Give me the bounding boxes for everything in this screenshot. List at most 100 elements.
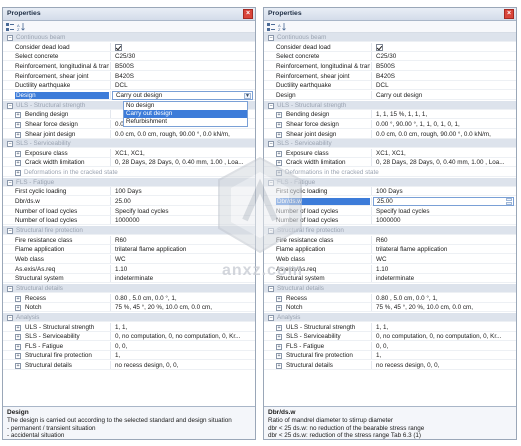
collapse-toggle-icon[interactable]: − xyxy=(268,179,274,186)
category-row[interactable]: − FLS - Fatigue xyxy=(3,177,255,187)
property-row[interactable]: Fire resistance class R60 xyxy=(264,235,516,245)
category-row[interactable]: − ULS - Structural strength xyxy=(264,100,516,110)
sort-alphabetical-icon[interactable]: AZ xyxy=(17,23,25,31)
category-row[interactable]: − SLS - Serviceability xyxy=(3,139,255,149)
property-row[interactable]: Dbr/ds.w 25.00 xyxy=(264,197,516,207)
expand-toggle-icon[interactable]: + xyxy=(276,324,282,331)
expand-toggle-icon[interactable]: + xyxy=(276,295,282,302)
collapse-toggle-icon[interactable]: − xyxy=(7,228,13,234)
property-row[interactable]: Consider dead load xyxy=(264,42,516,52)
expand-toggle-icon[interactable]: + xyxy=(15,131,21,138)
property-row[interactable]: + Structural fire protection 1, xyxy=(264,351,516,361)
property-row[interactable]: Reinforcement, shear joint B420S xyxy=(3,71,255,81)
expand-toggle-icon[interactable]: + xyxy=(276,112,282,119)
category-row[interactable]: − Structural fire protection xyxy=(3,226,255,235)
property-row[interactable]: Flame application trilateral flame applic… xyxy=(264,245,516,255)
property-row[interactable]: + Crack width limitation 0, 28 Days, 28 Da… xyxy=(3,158,255,168)
collapse-toggle-icon[interactable]: − xyxy=(268,35,274,41)
property-row[interactable]: + Structural details no recess design, 0, … xyxy=(3,361,255,371)
expand-toggle-icon[interactable]: + xyxy=(15,150,21,157)
property-row[interactable]: + Shear joint design 0.0 cm, 0.0 cm, rough… xyxy=(264,129,516,139)
expand-toggle-icon[interactable]: + xyxy=(276,150,282,157)
property-row[interactable]: + Bending design 1, 1, 15 %, 1, 1, 1, xyxy=(264,110,516,120)
checkbox-checked[interactable] xyxy=(115,43,122,51)
collapse-toggle-icon[interactable]: − xyxy=(268,141,274,148)
property-row[interactable]: Number of load cycles 1000000 xyxy=(3,216,255,226)
property-row[interactable]: Reinforcement, longitudinal & tran... B50… xyxy=(264,61,516,71)
collapse-toggle-icon[interactable]: + xyxy=(15,170,21,177)
property-row[interactable]: Design Carry out design ▼ xyxy=(3,90,255,100)
category-row[interactable]: − Continuous beam xyxy=(3,33,255,42)
property-row[interactable]: Design Carry out design xyxy=(264,90,516,100)
property-row[interactable]: + Crack width limitation 0, 28 Days, 28 Da… xyxy=(264,158,516,168)
property-row[interactable]: + Shear joint design 0.0 cm, 0.0 cm, rough… xyxy=(3,129,255,139)
option-carry-out-design[interactable]: Carry out design xyxy=(124,109,247,118)
expand-toggle-icon[interactable]: + xyxy=(276,121,282,128)
property-row[interactable]: + Notch 75 %, 45 °, 20 %, 10.0 cm, 0.0 cm, xyxy=(264,303,516,313)
collapse-toggle-icon[interactable]: − xyxy=(7,314,13,321)
property-row[interactable]: + Structural details no recess design, 0, … xyxy=(264,361,516,371)
property-row[interactable]: + ULS - Structural strength 1, 1, xyxy=(264,322,516,332)
category-row[interactable]: − Structural details xyxy=(3,283,255,293)
category-row[interactable]: − Structural fire protection xyxy=(264,226,516,235)
chevron-down-icon[interactable]: ▼ xyxy=(244,92,251,99)
property-row[interactable]: + Recess 0.80 , 5.0 cm, 0.0 °, 1, xyxy=(3,293,255,303)
categorized-view-icon[interactable] xyxy=(267,23,275,31)
collapse-toggle-icon[interactable]: − xyxy=(7,179,13,186)
property-row[interactable]: + Notch 75 %, 45 °, 20 %, 10.0 cm, 0.0 cm, xyxy=(3,303,255,313)
property-row[interactable]: Reinforcement, longitudinal & tran... B50… xyxy=(3,61,255,71)
property-row[interactable]: + ULS - Structural strength 1, 1, xyxy=(3,322,255,332)
category-row[interactable]: − FLS - Fatigue xyxy=(264,177,516,187)
property-row[interactable]: + Structural fire protection 1, xyxy=(3,351,255,361)
option-no-design[interactable]: No design xyxy=(124,102,247,110)
collapse-toggle-icon[interactable]: + xyxy=(276,170,282,177)
sort-alphabetical-icon[interactable]: AZ xyxy=(278,23,286,31)
expand-toggle-icon[interactable]: + xyxy=(276,353,282,360)
category-row[interactable]: + Deformations in the cracked state xyxy=(3,168,255,178)
expand-toggle-icon[interactable]: + xyxy=(276,363,282,370)
property-row[interactable]: Number of load cycles Specify load cycles xyxy=(3,206,255,216)
property-row[interactable]: First cyclic loading 100 Days xyxy=(264,187,516,197)
property-row[interactable]: Select concrete C25/30 xyxy=(264,52,516,62)
spin-up-icon[interactable] xyxy=(506,198,512,202)
expand-toggle-icon[interactable]: + xyxy=(15,363,21,370)
collapse-toggle-icon[interactable]: − xyxy=(268,102,274,109)
expand-toggle-icon[interactable]: + xyxy=(15,112,21,119)
option-refurbishment[interactable]: Refurbishment xyxy=(124,118,247,126)
expand-toggle-icon[interactable]: + xyxy=(276,343,282,350)
expand-toggle-icon[interactable]: + xyxy=(15,305,21,312)
property-row[interactable]: + FLS - Fatigue 0, 0, xyxy=(3,341,255,351)
expand-toggle-icon[interactable]: + xyxy=(15,324,21,331)
property-row[interactable]: + Exposure class XC1, XC1, xyxy=(3,148,255,158)
property-row[interactable]: Number of load cycles 1000000 xyxy=(264,216,516,226)
dbr-dsw-spinbox[interactable]: 25.00 xyxy=(373,197,514,207)
property-row[interactable]: + Exposure class XC1, XC1, xyxy=(264,148,516,158)
category-row[interactable]: + Deformations in the cracked state xyxy=(264,168,516,178)
expand-toggle-icon[interactable]: + xyxy=(276,334,282,341)
category-row[interactable]: − Continuous beam xyxy=(264,33,516,42)
expand-toggle-icon[interactable]: + xyxy=(15,295,21,302)
property-row[interactable]: + Shear force design 0.00 °, 90.00 °, 1, 1… xyxy=(264,119,516,129)
collapse-toggle-icon[interactable]: − xyxy=(7,102,13,109)
checkbox-checked[interactable] xyxy=(376,43,383,51)
category-row[interactable]: − Analysis xyxy=(3,312,255,322)
expand-toggle-icon[interactable]: + xyxy=(15,343,21,350)
property-row[interactable]: Flame application trilateral flame applic… xyxy=(3,245,255,255)
design-dropdown[interactable]: Carry out design ▼ xyxy=(112,90,253,100)
property-row[interactable]: + SLS - Serviceability 0, no computation, … xyxy=(264,332,516,342)
property-row[interactable]: Ductility earthquake DCL xyxy=(264,81,516,91)
expand-toggle-icon[interactable]: + xyxy=(15,121,21,128)
property-row[interactable]: Select concrete C25/30 xyxy=(3,52,255,62)
expand-toggle-icon[interactable]: + xyxy=(15,353,21,360)
category-row[interactable]: − SLS - Serviceability xyxy=(264,139,516,149)
collapse-toggle-icon[interactable]: − xyxy=(7,141,13,148)
property-row[interactable]: Web class WC xyxy=(3,254,255,264)
property-row[interactable]: Ductility earthquake DCL xyxy=(3,81,255,91)
property-row[interactable]: + Recess 0.80 , 5.0 cm, 0.0 °, 1, xyxy=(264,293,516,303)
property-row[interactable]: Structural system indeterminate xyxy=(3,274,255,284)
property-row[interactable]: Number of load cycles Specify load cycles xyxy=(264,206,516,216)
collapse-toggle-icon[interactable]: − xyxy=(268,285,274,292)
expand-toggle-icon[interactable]: + xyxy=(276,131,282,138)
expand-toggle-icon[interactable]: + xyxy=(276,160,282,167)
property-row[interactable]: Reinforcement, shear joint B420S xyxy=(264,71,516,81)
